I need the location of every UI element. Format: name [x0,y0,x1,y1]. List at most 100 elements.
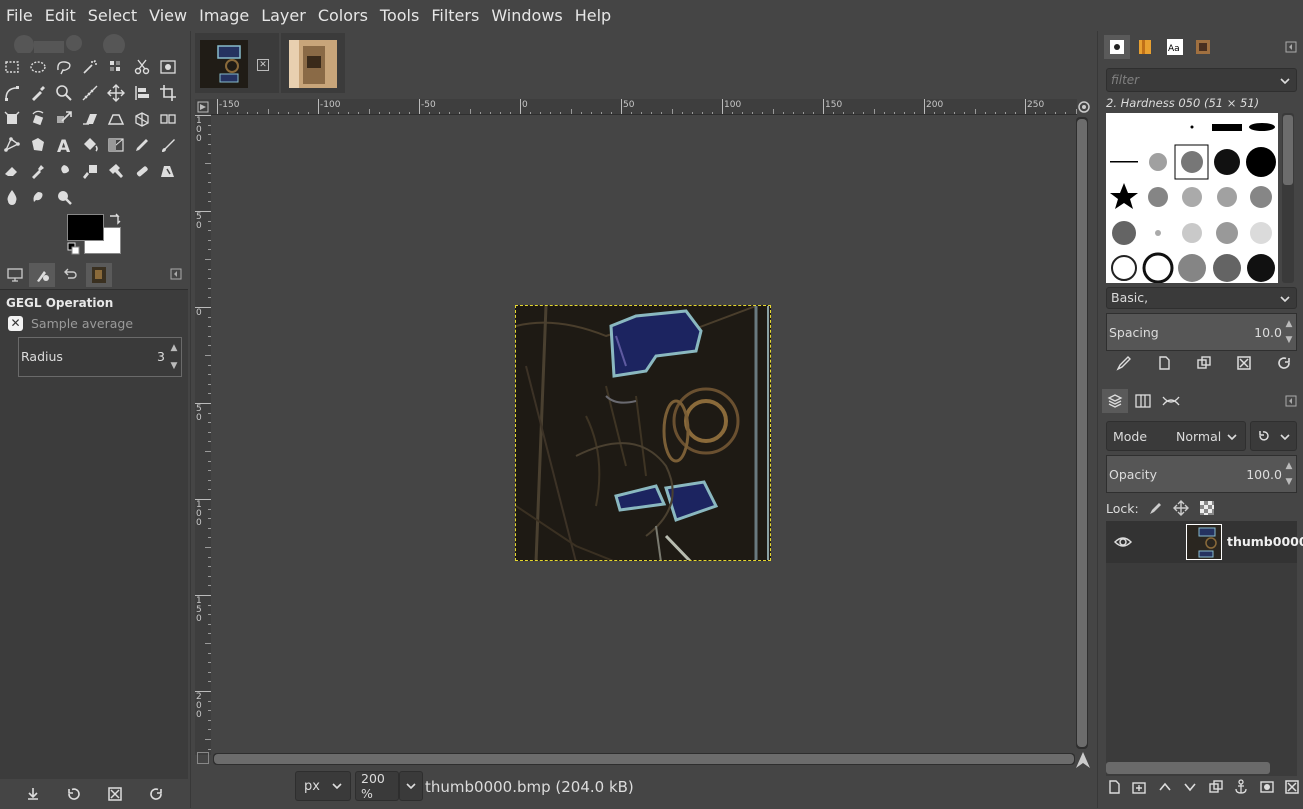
tab-images[interactable] [86,263,112,287]
opacity-spinner[interactable]: Opacity 100.0 ▲ ▼ [1106,455,1297,493]
spin-up-icon[interactable]: ▲ [169,342,179,354]
scale-icon[interactable] [52,107,76,131]
eraser-icon[interactable] [0,159,24,183]
image-tab-2[interactable] [281,33,345,93]
vertical-scrollbar-thumb[interactable] [1077,119,1087,747]
ruler-corner[interactable] [195,99,211,115]
rect-select-icon[interactable] [0,55,24,79]
bucket-fill-icon[interactable] [78,133,102,157]
vertical-scrollbar[interactable] [1076,117,1088,749]
canvas[interactable] [211,115,1077,755]
perspective-icon[interactable] [104,107,128,131]
layers-horizontal-scrollbar[interactable] [1106,762,1270,774]
image-tab-active[interactable]: ✕ [195,33,279,93]
smudge-icon[interactable] [26,185,50,209]
measure-icon[interactable] [78,81,102,105]
panel-menu-icon[interactable] [1285,41,1297,53]
menu-windows[interactable]: Windows [485,0,568,31]
heal-icon[interactable] [130,159,154,183]
tab-undo-history[interactable] [57,263,83,287]
menu-colors[interactable]: Colors [312,0,374,31]
clone-icon[interactable] [104,159,128,183]
fuzzy-select-icon[interactable] [78,55,102,79]
lock-alpha-icon[interactable] [1199,500,1215,516]
text-icon[interactable]: A [52,133,76,157]
spin-up-icon[interactable]: ▲ [1284,460,1294,472]
brush-scrollbar-thumb[interactable] [1283,115,1293,185]
refresh-brushes-icon[interactable] [1276,355,1292,371]
menu-select[interactable]: Select [82,0,143,31]
menu-image[interactable]: Image [193,0,255,31]
navigate-icon[interactable] [1074,751,1092,769]
default-colors-icon[interactable] [67,242,81,256]
tab-brushes[interactable] [1104,35,1130,59]
raise-layer-icon[interactable] [1157,779,1173,795]
warp-icon[interactable] [156,107,180,131]
spin-down-icon[interactable]: ▼ [1284,476,1294,488]
new-brush-icon[interactable] [1156,355,1172,371]
sample-average-checkbox[interactable]: ✕ [8,316,23,331]
horizontal-scrollbar[interactable] [213,753,1075,765]
new-layer-icon[interactable] [1106,779,1122,795]
left-dock-separator[interactable] [190,31,191,808]
tab-layers[interactable] [1102,389,1128,413]
brush-grid[interactable] [1106,113,1278,283]
horizontal-ruler[interactable]: -150 -100 -50 0 50 100 150 200 250 [211,99,1077,115]
airbrush-icon[interactable] [26,159,50,183]
lower-layer-icon[interactable] [1182,779,1198,795]
radius-value[interactable]: 3 [157,349,165,364]
quick-mask-toggle-icon[interactable] [197,752,209,764]
vertical-ruler[interactable]: 100 50 0 50 100 150 200 [195,115,211,755]
horizontal-scrollbar-thumb[interactable] [214,754,1074,764]
paths-icon[interactable] [0,81,24,105]
tab-patterns[interactable] [1132,35,1158,59]
right-dock-separator[interactable] [1097,31,1098,808]
opacity-value[interactable]: 100.0 [1246,467,1282,482]
composite-mode-select[interactable] [1250,421,1297,451]
blur-icon[interactable] [0,185,24,209]
menu-tools[interactable]: Tools [374,0,425,31]
zoom-dropdown[interactable] [399,771,423,801]
tab-tool-options[interactable] [29,263,55,287]
menu-view[interactable]: View [143,0,193,31]
shear-icon[interactable] [78,107,102,131]
tab-paths[interactable] [1158,389,1184,413]
duplicate-layer-icon[interactable] [1208,779,1224,795]
delete-options-icon[interactable] [107,786,123,802]
spacing-spinner[interactable]: Spacing 10.0 ▲ ▼ [1106,313,1297,351]
reset-options-icon[interactable] [148,786,164,802]
anchor-layer-icon[interactable] [1233,779,1249,795]
layer-mode-select[interactable]: Mode Normal [1106,421,1246,451]
pencil-icon[interactable] [130,133,154,157]
color-picker-icon[interactable] [26,81,50,105]
handle-transform-icon[interactable] [0,133,24,157]
paintbrush-icon[interactable] [156,133,180,157]
radius-spinner[interactable]: Radius 3 ▲ ▼ [18,337,182,377]
lock-pixels-icon[interactable] [1147,500,1163,516]
spin-down-icon[interactable]: ▼ [169,360,179,372]
menu-file[interactable]: File [0,0,39,31]
spin-down-icon[interactable]: ▼ [1284,334,1294,346]
menu-help[interactable]: Help [569,0,617,31]
unified-transform-icon[interactable] [0,107,24,131]
menu-filters[interactable]: Filters [425,0,485,31]
layer-name[interactable]: thumb0000. [1227,534,1303,549]
duplicate-brush-icon[interactable] [1196,355,1212,371]
new-layer-group-icon[interactable] [1131,779,1147,795]
unit-select[interactable]: px [295,771,351,801]
menu-layer[interactable]: Layer [255,0,312,31]
zoom-input[interactable]: 200 % [355,771,399,801]
foreground-select-icon[interactable] [156,55,180,79]
cage-icon[interactable] [26,133,50,157]
gradient-icon[interactable] [104,133,128,157]
lock-position-icon[interactable] [1172,500,1189,516]
brush-scrollbar[interactable] [1282,113,1294,283]
tab-fonts[interactable]: Aa [1162,35,1188,59]
tab-device-status[interactable] [2,263,28,287]
sample-average-toggle[interactable]: ✕ Sample average [8,316,133,331]
move-icon[interactable] [104,81,128,105]
zoom-fit-icon[interactable] [1077,100,1091,114]
edit-brush-icon[interactable] [1116,355,1132,371]
mypaint-brush-icon[interactable] [78,159,102,183]
scissors-icon[interactable] [130,55,154,79]
